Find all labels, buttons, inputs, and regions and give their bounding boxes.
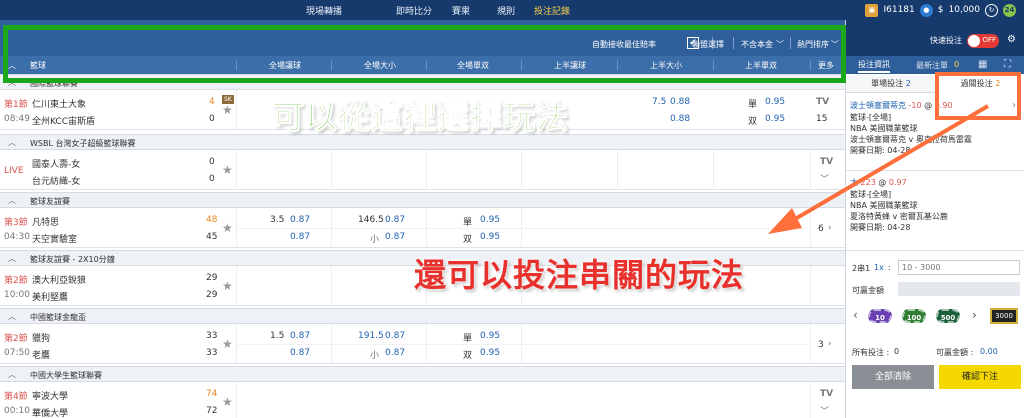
arrow-annotation <box>768 104 990 234</box>
annotation-text-parlay: 還可以投注串關的玩法 <box>414 256 745 294</box>
annotation-text-bet-types: 可以從這裡選擇玩法 <box>271 98 570 137</box>
